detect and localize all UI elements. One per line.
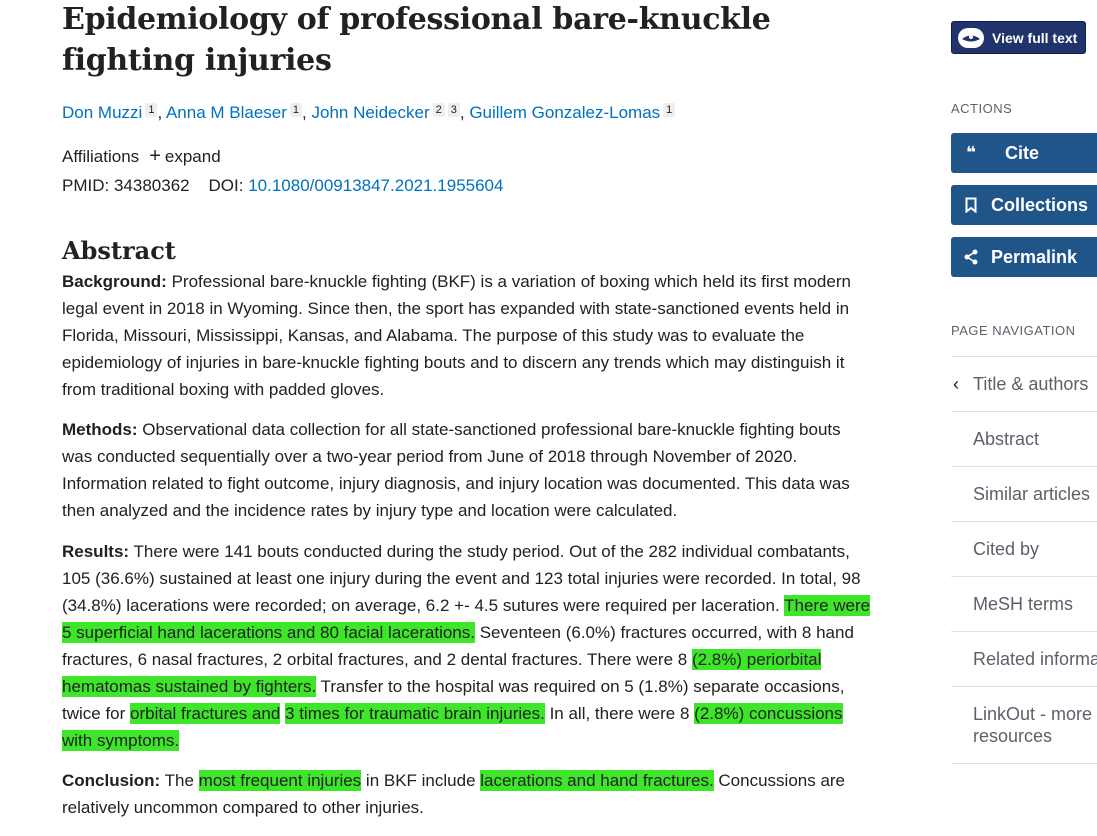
abstract-conclusion: Conclusion: The most frequent injuries i…	[62, 767, 874, 821]
nav-item-linkout[interactable]: LinkOut - more resources	[951, 686, 1097, 764]
nav-item-label: Title & authors	[973, 374, 1089, 394]
publisher-logo-icon	[958, 27, 984, 48]
identifiers: PMID: 34380362 DOI: 10.1080/00913847.202…	[62, 176, 503, 196]
affiliations-label: Affiliations	[62, 147, 140, 166]
conclusion-text: in BKF include	[361, 771, 481, 790]
results-text: In all, there were 8	[544, 704, 695, 723]
pmid-label: PMID:	[62, 176, 110, 195]
affiliations-toggle[interactable]: Affiliations + expand	[62, 145, 221, 168]
nav-item-label: Similar articles	[973, 484, 1091, 504]
highlighted-text: orbital fractures and	[130, 703, 281, 724]
affiliation-number[interactable]: 2	[432, 103, 445, 117]
highlighted-text: 3 times for traumatic brain injuries.	[285, 703, 545, 724]
view-full-text-button[interactable]: View full text	[951, 21, 1086, 54]
doi-link[interactable]: 10.1080/00913847.2021.1955604	[248, 176, 503, 195]
author-list: Don Muzzi 1, Anna M Blaeser 1, John Neidec…	[62, 103, 676, 123]
conclusion-label: Conclusion:	[62, 771, 161, 790]
abstract-methods: Methods: Observational data collection f…	[62, 416, 874, 524]
cite-button[interactable]: ❝ Cite	[951, 133, 1097, 173]
nav-item-title-authors[interactable]: ‹ Title & authors	[951, 356, 1097, 411]
nav-item-label: LinkOut - more resources	[973, 704, 1093, 746]
highlighted-text: lacerations and hand fractures.	[480, 770, 714, 791]
pmid-value: 34380362	[113, 176, 190, 195]
nav-item-similar-articles[interactable]: Similar articles	[951, 466, 1097, 521]
methods-text: Observational data collection for all st…	[62, 420, 850, 520]
abstract-results: Results: There were 141 bouts conducted …	[62, 538, 874, 754]
author-link[interactable]: Guillem Gonzalez-Lomas	[469, 103, 660, 122]
affiliation-number[interactable]: 1	[145, 103, 158, 117]
plus-icon: +	[149, 145, 161, 167]
conclusion-text: The	[160, 771, 199, 790]
permalink-button[interactable]: Permalink	[951, 237, 1097, 277]
doi-label: DOI:	[208, 176, 244, 195]
full-text-label: View full text	[992, 29, 1078, 46]
cite-label: Cite	[1005, 142, 1040, 163]
author-link[interactable]: John Neidecker	[311, 103, 429, 122]
nav-item-label: Cited by	[973, 539, 1040, 559]
methods-label: Methods:	[62, 420, 138, 439]
article-title: Epidemiology of professional bare-knuckl…	[62, 2, 771, 78]
affiliation-number[interactable]: 1	[289, 103, 303, 117]
nav-item-abstract[interactable]: Abstract	[951, 411, 1097, 466]
collections-button[interactable]: Collections	[951, 185, 1097, 225]
nav-item-label: MeSH terms	[973, 594, 1074, 614]
background-label: Background:	[62, 272, 167, 291]
bookmark-icon	[951, 197, 991, 213]
nav-item-related-information[interactable]: Related information	[951, 631, 1097, 686]
nav-item-label: Abstract	[973, 429, 1040, 449]
nav-item-cited-by[interactable]: Cited by	[951, 521, 1097, 576]
results-label: Results:	[62, 542, 130, 561]
share-icon	[951, 249, 991, 265]
affiliation-number[interactable]: 3	[447, 103, 460, 117]
highlighted-text: most frequent injuries	[198, 770, 362, 791]
quote-icon: ❝	[966, 143, 976, 162]
nav-item-mesh-terms[interactable]: MeSH terms	[951, 576, 1097, 631]
results-text: There were 141 bouts conducted during th…	[62, 542, 861, 615]
abstract-heading: Abstract	[62, 236, 176, 265]
author-link[interactable]: Don Muzzi	[62, 103, 142, 122]
author-link[interactable]: Anna M Blaeser	[166, 103, 287, 122]
actions-heading: ACTIONS	[951, 101, 1013, 116]
background-text: Professional bare-knuckle fighting (BKF)…	[62, 272, 851, 399]
chevron-left-icon: ‹	[953, 373, 959, 394]
affiliation-number[interactable]: 1	[663, 103, 676, 117]
nav-item-label: Related information	[973, 649, 1097, 669]
expand-label: expand	[164, 147, 221, 166]
page-navigation-heading: PAGE NAVIGATION	[951, 323, 1076, 338]
collections-label: Collections	[991, 194, 1089, 215]
abstract-background: Background: Professional bare-knuckle fi…	[62, 268, 874, 403]
permalink-label: Permalink	[991, 246, 1078, 267]
